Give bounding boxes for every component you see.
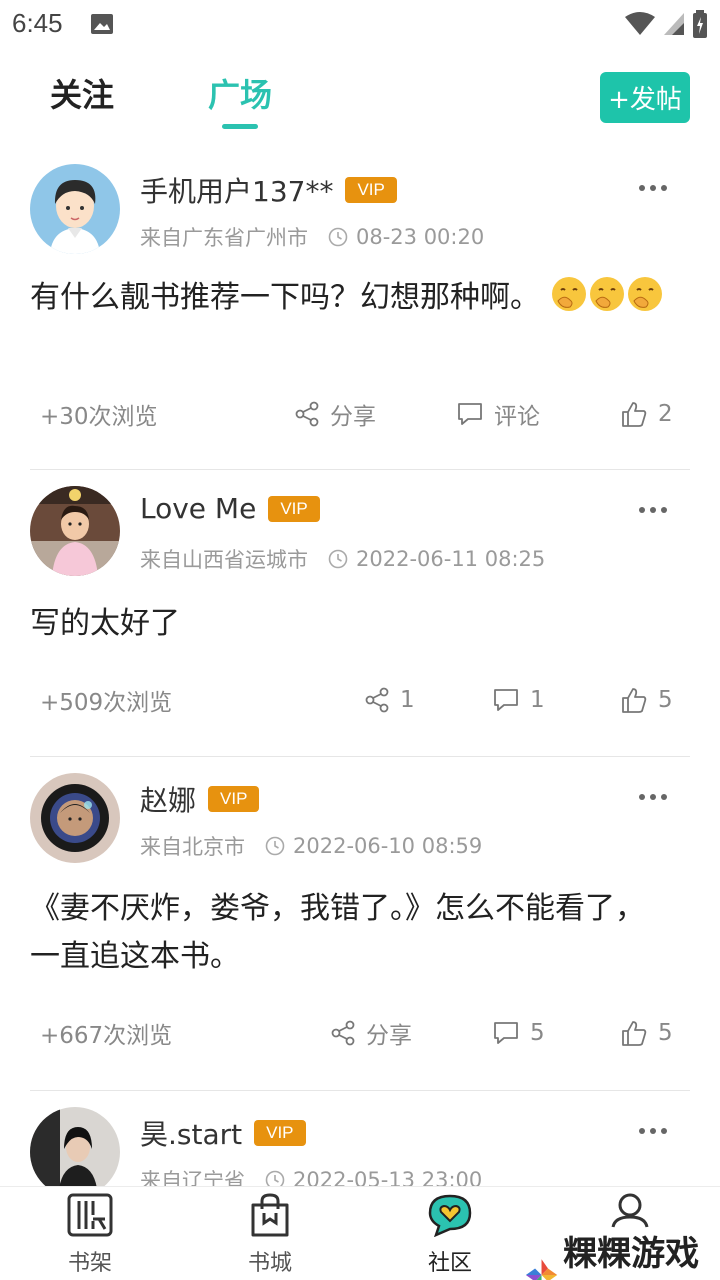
share-button[interactable]: 1 xyxy=(364,687,415,713)
post-time: 2022-06-11 08:25 xyxy=(356,547,546,571)
comment-icon xyxy=(458,403,482,425)
wifi-icon xyxy=(625,12,655,35)
share-label: 分享 xyxy=(330,404,376,430)
post-content[interactable]: 《妻不厌炸，娄爷，我错了。》怎么不能看了，一直追这本书。 xyxy=(30,885,650,981)
comment-icon xyxy=(494,689,518,711)
vip-badge: VIP xyxy=(345,177,397,203)
comment-button[interactable]: 评论 xyxy=(456,397,540,431)
tab-follow[interactable]: 关注 xyxy=(50,70,114,116)
watermark: 粿粿游戏园 xyxy=(524,1226,720,1280)
post-text: 《妻不厌炸，娄爷，我错了。》怎么不能看了，一直追这本书。 xyxy=(30,891,645,974)
top-tabs: 关注 广场 +发帖 xyxy=(0,60,720,140)
post-item[interactable]: 昊.start VIP 来自辽宁省 2022-05-13 23:00 xyxy=(30,1091,690,1188)
watermark-logo-icon xyxy=(525,1259,558,1280)
thumbs-up-icon xyxy=(622,1021,647,1046)
username[interactable]: 手机用户137** xyxy=(140,170,333,210)
status-indicators xyxy=(624,10,708,38)
post-item[interactable]: 手机用户137** VIP 来自广东省广州市 08-23 00:20 有什么靓书… xyxy=(30,148,690,470)
post-stats: +667次浏览 分享 5 5 xyxy=(40,1013,673,1053)
clock-icon xyxy=(328,227,348,247)
post-feed[interactable]: 手机用户137** VIP 来自广东省广州市 08-23 00:20 有什么靓书… xyxy=(0,148,720,1188)
new-post-button[interactable]: +发帖 xyxy=(600,72,690,123)
username[interactable]: Love Me xyxy=(140,492,256,525)
share-button[interactable]: 分享 xyxy=(294,397,376,431)
username[interactable]: 昊.start xyxy=(140,1113,242,1153)
clock-icon xyxy=(328,549,348,569)
nav-community[interactable]: 社区 xyxy=(400,1193,500,1277)
avatar[interactable] xyxy=(30,1107,120,1188)
post-location: 来自辽宁省 xyxy=(140,1169,245,1188)
like-count: 5 xyxy=(658,687,673,713)
share-button[interactable]: 分享 xyxy=(330,1016,412,1050)
post-content[interactable]: 有什么靓书推荐一下吗？幻想那种啊。 xyxy=(30,274,670,322)
nav-bookstore[interactable]: 书城 xyxy=(220,1193,320,1277)
share-icon xyxy=(295,401,319,427)
view-count: +509次浏览 xyxy=(40,690,173,716)
share-label: 分享 xyxy=(366,1023,412,1049)
nav-bookstore-label: 书城 xyxy=(247,1251,292,1276)
post-location: 来自北京市 xyxy=(140,835,245,859)
vip-badge: VIP xyxy=(208,786,260,812)
nav-community-label: 社区 xyxy=(427,1251,472,1276)
signal-icon xyxy=(664,13,684,35)
nav-bookshelf-label: 书架 xyxy=(67,1251,112,1276)
view-count: +667次浏览 xyxy=(40,1023,173,1049)
post-stats: +509次浏览 1 1 5 xyxy=(40,680,673,720)
comment-button[interactable]: 5 xyxy=(492,1020,545,1046)
post-time: 08-23 00:20 xyxy=(356,225,485,249)
vip-badge: VIP xyxy=(268,495,320,522)
post-location: 来自广东省广州市 xyxy=(140,226,308,250)
comment-label: 评论 xyxy=(494,404,540,430)
comment-button[interactable]: 1 xyxy=(492,687,545,713)
comment-icon xyxy=(494,1022,518,1044)
more-options-icon[interactable] xyxy=(638,506,668,514)
share-count: 1 xyxy=(400,687,415,713)
shopping-bag-icon xyxy=(251,1193,289,1237)
avatar[interactable] xyxy=(30,486,120,576)
active-tab-indicator xyxy=(222,124,258,129)
like-button[interactable]: 5 xyxy=(620,686,673,714)
more-options-icon[interactable] xyxy=(638,1127,668,1135)
shy-face-emoji xyxy=(627,277,662,311)
share-icon xyxy=(365,687,389,713)
post-time: 2022-06-10 08:59 xyxy=(293,834,483,858)
comment-count: 1 xyxy=(530,687,545,713)
status-bar: 6:45 xyxy=(0,0,720,50)
status-time: 6:45 xyxy=(12,8,63,38)
share-icon xyxy=(331,1020,355,1046)
shy-face-emoji xyxy=(551,277,586,311)
post-text: 有什么靓书推荐一下吗？幻想那种啊。 xyxy=(30,280,540,315)
nav-bookshelf[interactable]: 书架 xyxy=(40,1193,140,1277)
more-options-icon[interactable] xyxy=(638,793,668,801)
post-time: 2022-05-13 23:00 xyxy=(293,1168,483,1188)
thumbs-up-icon xyxy=(622,688,647,713)
bookshelf-icon xyxy=(67,1193,113,1237)
like-button[interactable]: 2 xyxy=(620,400,673,428)
photo-notification-icon xyxy=(90,12,114,40)
more-options-icon[interactable] xyxy=(638,184,668,192)
post-content[interactable]: 写的太好了 xyxy=(30,600,670,648)
username[interactable]: 赵娜 xyxy=(140,779,196,819)
like-count: 2 xyxy=(658,401,673,427)
view-count: +30次浏览 xyxy=(40,404,158,430)
shy-face-emoji xyxy=(589,277,624,311)
tab-square[interactable]: 广场 xyxy=(208,70,272,116)
clock-icon xyxy=(265,836,285,856)
thumbs-up-icon xyxy=(622,402,647,427)
post-text: 写的太好了 xyxy=(30,606,180,641)
post-location: 来自山西省运城市 xyxy=(140,548,308,572)
like-button[interactable]: 5 xyxy=(620,1019,673,1047)
avatar[interactable] xyxy=(30,164,120,254)
post-item[interactable]: Love Me VIP 来自山西省运城市 2022-06-11 08:25 写的… xyxy=(30,470,690,757)
watermark-text: 粿粿游戏园 xyxy=(563,1234,700,1274)
post-item[interactable]: 赵娜 VIP 来自北京市 2022-06-10 08:59 《妻不厌炸，娄爷，我… xyxy=(30,757,690,1091)
vip-badge: VIP xyxy=(254,1120,306,1146)
comment-count: 5 xyxy=(530,1020,545,1046)
profile-icon xyxy=(611,1193,649,1228)
battery-icon xyxy=(693,10,707,38)
like-count: 5 xyxy=(658,1020,673,1046)
post-stats: +30次浏览 分享 评论 2 xyxy=(40,394,673,434)
community-heart-icon xyxy=(428,1194,472,1238)
avatar[interactable] xyxy=(30,773,120,863)
